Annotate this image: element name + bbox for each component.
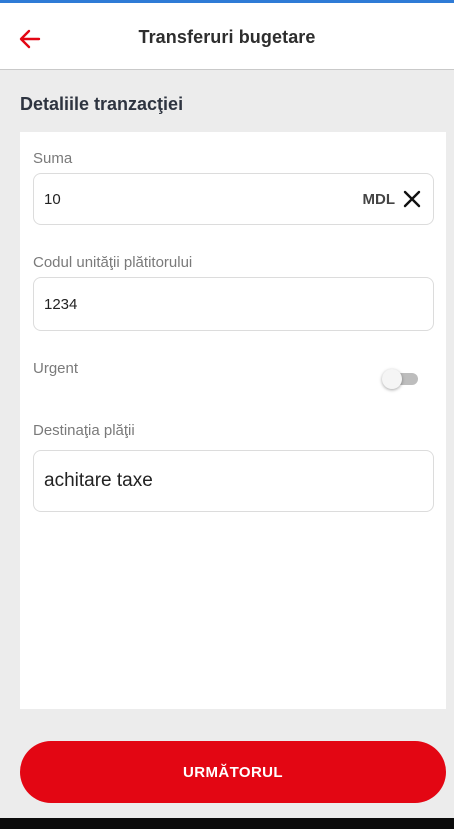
amount-label: Suma: [33, 150, 73, 167]
urgent-label: Urgent: [33, 360, 79, 377]
payer-unit-code-input[interactable]: 1234: [33, 277, 434, 331]
close-icon: [403, 190, 421, 208]
payment-destination-label: Destinaţia plăţii: [33, 422, 135, 439]
app-bar: Transferuri bugetare: [0, 3, 454, 70]
amount-input[interactable]: 10 MDL: [33, 173, 434, 225]
payer-unit-code-value: 1234: [44, 295, 78, 313]
transaction-details-card: Suma 10 MDL Codul unităţii plătitorului …: [20, 132, 446, 709]
page-title: Transferuri bugetare: [138, 27, 316, 47]
amount-value: 10: [44, 190, 61, 208]
toggle-knob: [382, 369, 402, 389]
currency-label: MDL: [362, 190, 396, 208]
clear-amount-button[interactable]: [401, 188, 423, 210]
system-navigation-bar: [0, 818, 454, 829]
payer-unit-code-label: Codul unităţii plătitorului: [33, 254, 193, 271]
section-title: Detaliile tranzacţiei: [20, 94, 184, 114]
payment-destination-input[interactable]: achitare taxe: [33, 450, 434, 512]
urgent-toggle[interactable]: [382, 368, 420, 389]
next-button[interactable]: URMĂTORUL: [20, 741, 446, 803]
payment-destination-value: achitare taxe: [44, 470, 153, 491]
